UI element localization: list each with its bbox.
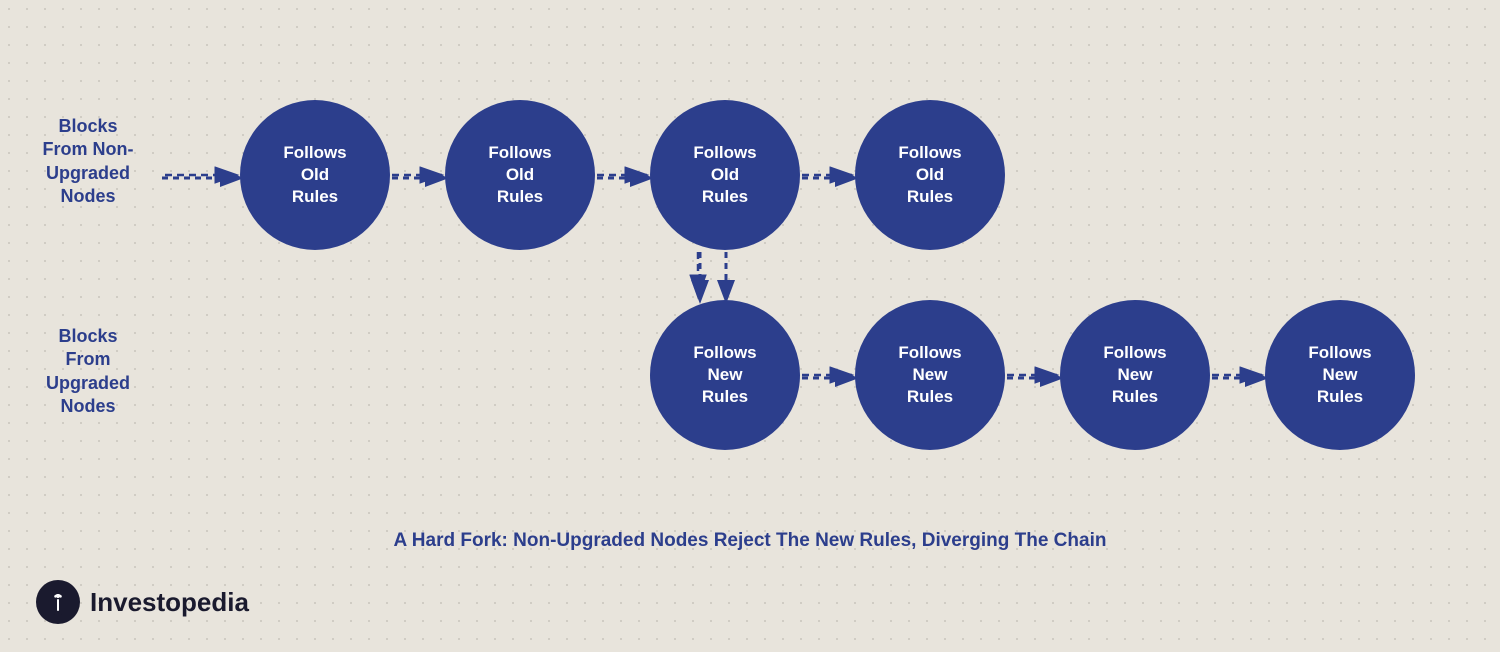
circle-top-3: FollowsOldRules	[650, 100, 800, 250]
circle-bottom-4: FollowsNewRules	[1265, 300, 1415, 450]
label-upgraded: BlocksFromUpgradedNodes	[28, 325, 148, 419]
circle-bottom-1: FollowsNewRules	[650, 300, 800, 450]
circle-top-2: FollowsOldRules	[445, 100, 595, 250]
circle-top-1: FollowsOldRules	[240, 100, 390, 250]
logo-icon	[36, 580, 80, 624]
label-non-upgraded: BlocksFrom Non-UpgradedNodes	[28, 115, 148, 209]
circle-bottom-2: FollowsNewRules	[855, 300, 1005, 450]
logo-area: Investopedia	[36, 580, 249, 624]
circle-top-4: FollowsOldRules	[855, 100, 1005, 250]
caption: A Hard Fork: Non-Upgraded Nodes Reject T…	[0, 530, 1500, 552]
diagram-container: BlocksFrom Non-UpgradedNodes BlocksFromU…	[0, 0, 1500, 652]
circle-bottom-3: FollowsNewRules	[1060, 300, 1210, 450]
logo-text: Investopedia	[90, 587, 249, 618]
